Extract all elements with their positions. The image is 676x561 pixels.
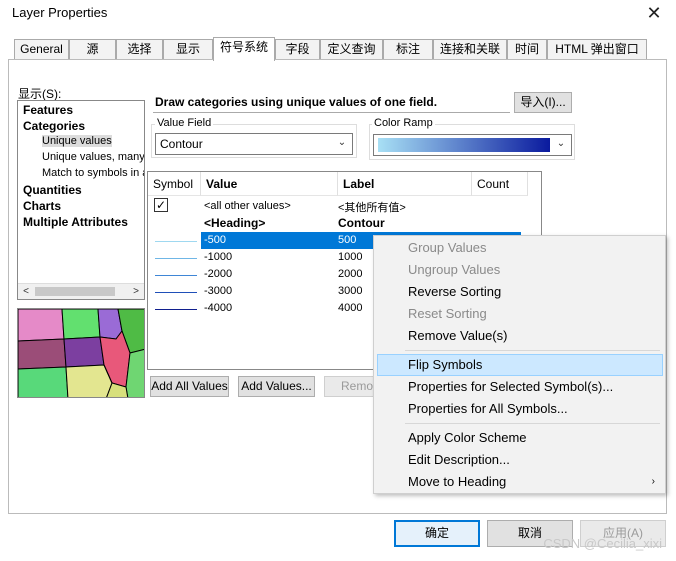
chevron-down-icon[interactable]: ⌄ bbox=[335, 137, 349, 151]
row-label[interactable]: 500 bbox=[338, 234, 356, 246]
color-ramp-swatch bbox=[378, 138, 550, 152]
color-ramp-combo[interactable]: ⌄ bbox=[373, 134, 572, 156]
tab-joins-relates[interactable]: 连接和关联 bbox=[433, 39, 507, 60]
close-icon[interactable]: ✕ bbox=[642, 1, 666, 25]
menu-item-group-values[interactable]: Group Values bbox=[377, 237, 663, 259]
symbol-line[interactable] bbox=[155, 258, 197, 259]
add-all-values-button[interactable]: Add All Values bbox=[150, 376, 229, 397]
tab-source[interactable]: 源 bbox=[69, 39, 116, 60]
value-field-combo[interactable]: Contour ⌄ bbox=[155, 133, 353, 155]
tree-item-categories[interactable]: Categories bbox=[23, 119, 85, 133]
tab-strip: General 源 选择 显示 符号系统 字段 定义查询 标注 连接和关联 时间… bbox=[14, 37, 674, 61]
all-other-values-checkbox[interactable]: ✓ bbox=[154, 198, 168, 212]
watermark: CSDN @Cecilia_xixi bbox=[543, 536, 662, 551]
all-other-value: <all other values> bbox=[204, 200, 291, 212]
scroll-left-icon[interactable]: < bbox=[18, 284, 34, 299]
window-title: Layer Properties bbox=[12, 5, 108, 20]
col-symbol[interactable]: Symbol bbox=[148, 172, 201, 196]
tab-symbology[interactable]: 符号系统 bbox=[213, 37, 275, 61]
tree-item-quantities[interactable]: Quantities bbox=[23, 183, 82, 197]
symbol-line[interactable] bbox=[155, 241, 197, 242]
row-label[interactable]: 4000 bbox=[338, 302, 362, 314]
tab-selection[interactable]: 选择 bbox=[116, 39, 163, 60]
tree-item-unique-values[interactable]: Unique values bbox=[42, 135, 112, 147]
renderer-tree: Features Categories Unique values Unique… bbox=[17, 100, 145, 300]
menu-item-remove-values[interactable]: Remove Value(s) bbox=[377, 325, 663, 347]
context-menu: Group Values Ungroup Values Reverse Sort… bbox=[373, 235, 666, 494]
tree-item-unique-values-many[interactable]: Unique values, many bbox=[42, 151, 144, 163]
scroll-thumb[interactable] bbox=[35, 287, 115, 296]
row-label[interactable]: 2000 bbox=[338, 268, 362, 280]
add-values-button[interactable]: Add Values... bbox=[238, 376, 315, 397]
menu-separator bbox=[405, 350, 660, 351]
tree-item-charts[interactable]: Charts bbox=[23, 199, 61, 213]
menu-item-edit-description[interactable]: Edit Description... bbox=[377, 449, 663, 471]
symbol-line[interactable] bbox=[155, 292, 197, 293]
tab-display[interactable]: 显示 bbox=[163, 39, 213, 60]
row-value[interactable]: -4000 bbox=[204, 302, 232, 314]
menu-item-properties-all[interactable]: Properties for All Symbols... bbox=[377, 398, 663, 420]
map-thumbnail bbox=[18, 309, 144, 397]
menu-item-reverse-sorting[interactable]: Reverse Sorting bbox=[377, 281, 663, 303]
tree-horizontal-scrollbar[interactable]: < > bbox=[18, 283, 144, 299]
menu-item-move-to-heading[interactable]: Move to Heading › bbox=[377, 471, 663, 493]
tab-definition-query[interactable]: 定义查询 bbox=[320, 39, 383, 60]
heading-label: Contour bbox=[338, 216, 385, 230]
row-value[interactable]: -2000 bbox=[204, 268, 232, 280]
import-button[interactable]: 导入(I)... bbox=[514, 92, 572, 113]
value-field-value: Contour bbox=[160, 137, 203, 151]
tab-html-popup[interactable]: HTML 弹出窗口 bbox=[547, 39, 647, 60]
row-label[interactable]: 3000 bbox=[338, 285, 362, 297]
menu-separator bbox=[405, 423, 660, 424]
preview-map-image bbox=[17, 308, 145, 398]
tab-fields[interactable]: 字段 bbox=[275, 39, 320, 60]
menu-item-ungroup-values[interactable]: Ungroup Values bbox=[377, 259, 663, 281]
color-ramp-label: Color Ramp bbox=[372, 117, 435, 129]
tree-item-features[interactable]: Features bbox=[23, 103, 73, 117]
symbol-line[interactable] bbox=[155, 275, 197, 276]
menu-item-reset-sorting[interactable]: Reset Sorting bbox=[377, 303, 663, 325]
row-label[interactable]: 1000 bbox=[338, 251, 362, 263]
menu-item-properties-selected[interactable]: Properties for Selected Symbol(s)... bbox=[377, 376, 663, 398]
col-count[interactable]: Count bbox=[472, 172, 528, 196]
scroll-right-icon[interactable]: > bbox=[128, 284, 144, 299]
tree-item-match-to-symbols[interactable]: Match to symbols in a bbox=[42, 167, 144, 179]
title-bar: Layer Properties ✕ bbox=[0, 0, 676, 30]
heading-value: <Heading> bbox=[204, 216, 266, 230]
value-field-label: Value Field bbox=[155, 117, 214, 129]
submenu-arrow-icon: › bbox=[651, 476, 655, 487]
tab-time[interactable]: 时间 bbox=[507, 39, 547, 60]
menu-item-move-to-heading-label: Move to Heading bbox=[408, 474, 507, 489]
tab-general[interactable]: General bbox=[14, 39, 69, 60]
row-value[interactable]: -1000 bbox=[204, 251, 232, 263]
renderer-description: Draw categories using unique values of o… bbox=[153, 91, 510, 113]
menu-item-apply-color-scheme[interactable]: Apply Color Scheme bbox=[377, 427, 663, 449]
col-label[interactable]: Label bbox=[338, 172, 472, 196]
row-value[interactable]: -500 bbox=[204, 234, 226, 246]
all-other-label: <其他所有值> bbox=[338, 202, 406, 214]
tree-item-multiple-attributes[interactable]: Multiple Attributes bbox=[23, 215, 128, 229]
menu-item-flip-symbols[interactable]: Flip Symbols bbox=[377, 354, 663, 376]
symbol-line[interactable] bbox=[155, 309, 197, 310]
row-value[interactable]: -3000 bbox=[204, 285, 232, 297]
chevron-down-icon[interactable]: ⌄ bbox=[554, 138, 568, 152]
col-value[interactable]: Value bbox=[201, 172, 338, 196]
ok-button[interactable]: 确定 bbox=[394, 520, 480, 547]
tab-labels[interactable]: 标注 bbox=[383, 39, 433, 60]
